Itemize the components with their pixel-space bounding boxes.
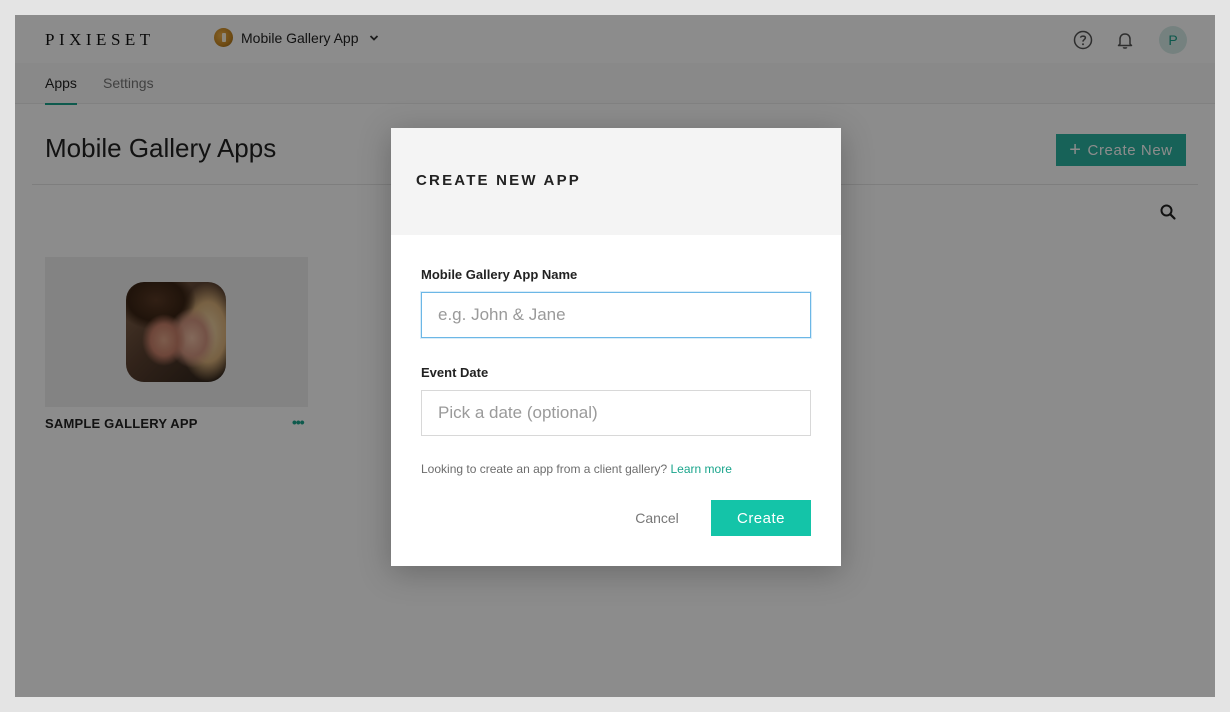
app-name-label: Mobile Gallery App Name [421, 267, 578, 282]
event-date-input[interactable] [421, 390, 811, 436]
modal-title: CREATE NEW APP [416, 172, 581, 189]
app-window: PIXIESET Mobile Gallery App P Apps Setti… [15, 15, 1215, 697]
create-button[interactable]: Create [711, 500, 811, 536]
helper-text-body: Looking to create an app from a client g… [421, 462, 668, 476]
modal-header: CREATE NEW APP [391, 128, 841, 235]
learn-more-link[interactable]: Learn more [671, 462, 732, 476]
cancel-button[interactable]: Cancel [621, 500, 693, 536]
helper-text: Looking to create an app from a client g… [421, 462, 732, 476]
event-date-label: Event Date [421, 365, 489, 380]
app-name-input[interactable] [421, 292, 811, 338]
create-app-modal: CREATE NEW APP Mobile Gallery App Name E… [391, 128, 841, 566]
